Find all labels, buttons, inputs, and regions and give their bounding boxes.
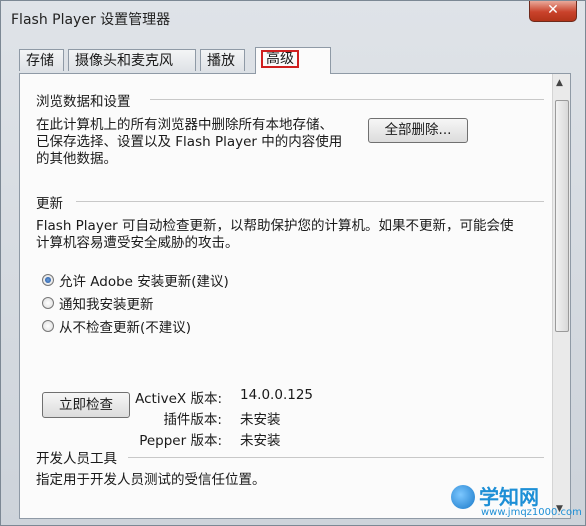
window-title: Flash Player 设置管理器: [11, 12, 171, 28]
settings-window: Flash Player 设置管理器 ✕ 存储 摄像头和麦克风 播放 高级 浏览…: [0, 0, 586, 526]
tab-advanced[interactable]: 高级: [255, 47, 331, 74]
divider: [76, 201, 544, 202]
description-line: 的其他数据。: [36, 151, 117, 167]
tab-storage[interactable]: 存储: [19, 49, 64, 71]
update-option-never[interactable]: 从不检查更新(不建议): [42, 316, 191, 336]
divider: [128, 457, 544, 458]
radio-icon[interactable]: [42, 297, 54, 309]
section-title-updates: 更新: [36, 196, 63, 212]
tab-label: 播放: [207, 53, 235, 69]
option-label: 允许 Adobe 安装更新(建议): [59, 274, 229, 290]
description-line: 已保存选择、设置以及 Flash Player 中的内容使用: [36, 134, 343, 150]
scrollbar-thumb[interactable]: [555, 100, 569, 332]
close-icon: ✕: [547, 2, 559, 18]
close-button[interactable]: ✕: [529, 1, 577, 22]
delete-all-button[interactable]: 全部删除...: [368, 118, 468, 143]
updates-description: Flash Player 可自动检查更新，以帮助保护您的计算机。如果不更新，可能…: [36, 218, 513, 252]
tab-label: 高级: [261, 50, 299, 68]
tab-label: 摄像头和麦克风: [75, 53, 173, 69]
scroll-up-icon[interactable]: ▲: [556, 78, 563, 88]
pepper-version-value: 未安装: [240, 433, 281, 449]
tab-bar: 存储 摄像头和麦克风 播放 高级: [19, 47, 579, 74]
option-label: 通知我安装更新: [59, 297, 154, 313]
update-option-allow[interactable]: 允许 Adobe 安装更新(建议): [42, 270, 229, 290]
description-line: 计算机容易遭受安全威胁的攻击。: [36, 235, 239, 251]
site-watermark: 学知网 www.jmqz1000.com: [451, 481, 582, 521]
pepper-version-label: Pepper 版本:: [139, 433, 222, 449]
vertical-scrollbar[interactable]: ▲ ▼: [552, 74, 570, 518]
watermark-text: 学知网: [479, 485, 539, 509]
activex-version-label: ActiveX 版本:: [135, 391, 222, 407]
update-option-notify[interactable]: 通知我安装更新: [42, 293, 154, 313]
watermark-url: www.jmqz1000.com: [481, 507, 582, 518]
advanced-panel: 浏览数据和设置 在此计算机上的所有浏览器中删除所有本地存储、 已保存选择、设置以…: [19, 73, 571, 519]
browsing-description: 在此计算机上的所有浏览器中删除所有本地存储、 已保存选择、设置以及 Flash …: [36, 117, 342, 168]
radio-icon[interactable]: [42, 320, 54, 332]
check-now-button[interactable]: 立即检查: [42, 392, 130, 418]
option-label: 从不检查更新(不建议): [59, 320, 192, 336]
plugin-version-label: 插件版本:: [163, 412, 222, 428]
description-line: 在此计算机上的所有浏览器中删除所有本地存储、: [36, 117, 333, 133]
section-title-developer: 开发人员工具: [36, 451, 117, 467]
activex-version-value: 14.0.0.125: [240, 387, 313, 403]
developer-description: 指定用于开发人员测试的受信任位置。: [36, 472, 266, 488]
section-title-browsing: 浏览数据和设置: [36, 94, 131, 110]
tab-camera-microphone[interactable]: 摄像头和麦克风: [68, 49, 196, 71]
tab-playback[interactable]: 播放: [200, 49, 245, 71]
radio-selected-icon[interactable]: [42, 274, 54, 286]
plugin-version-value: 未安装: [240, 412, 281, 428]
title-bar: Flash Player 设置管理器 ✕: [1, 1, 585, 35]
description-line: Flash Player 可自动检查更新，以帮助保护您的计算机。如果不更新，可能…: [36, 218, 514, 234]
watermark-logo-icon: [451, 485, 475, 509]
tab-label: 存储: [26, 53, 54, 69]
divider: [150, 99, 544, 100]
